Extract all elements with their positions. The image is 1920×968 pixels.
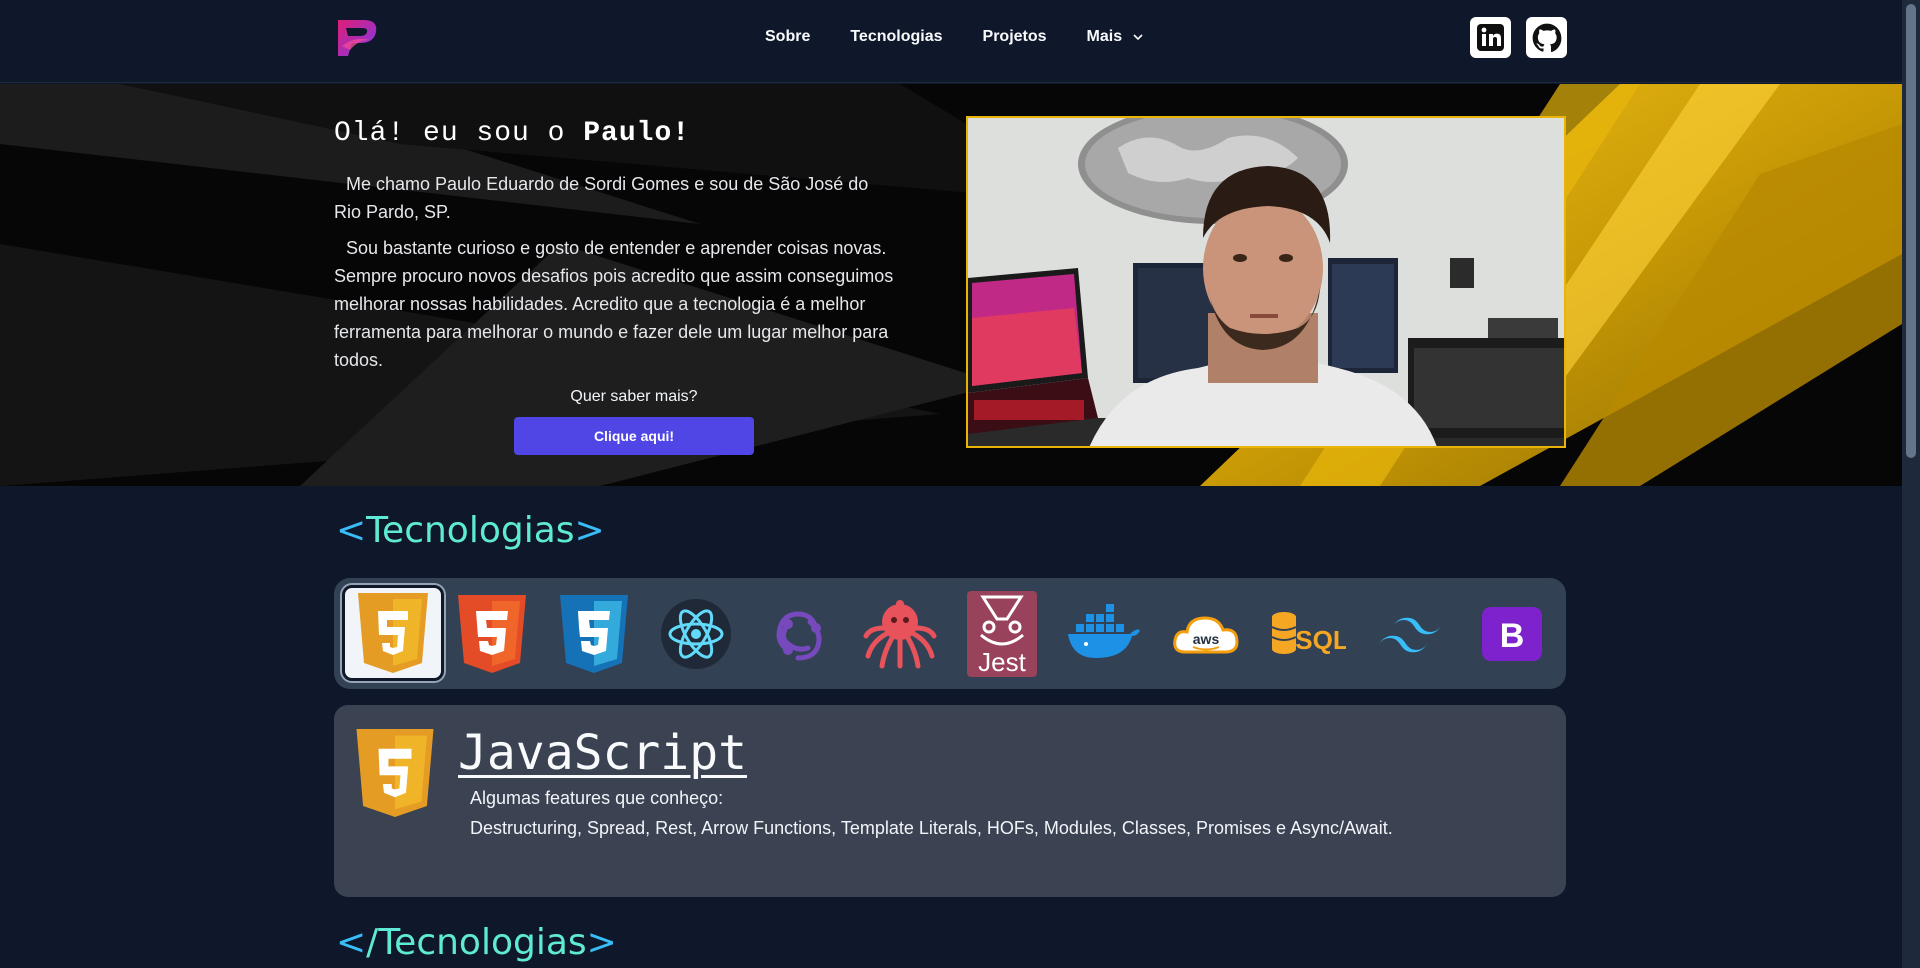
logo-icon[interactable] — [334, 16, 380, 60]
tech-detail-subtitle: Algumas features que conheço: — [470, 788, 724, 808]
tech-git[interactable] — [854, 590, 946, 678]
sql-label: SQL — [1295, 625, 1346, 655]
linkedin-icon — [1477, 24, 1504, 51]
tech-aws[interactable]: aws — [1160, 590, 1252, 678]
hero-background — [0, 84, 1902, 486]
chevron-down-icon — [1133, 34, 1143, 41]
aws-icon: aws — [1173, 616, 1239, 654]
tech-icon-strip: Jest aws SQL B — [334, 578, 1566, 689]
aws-label: aws — [1193, 631, 1220, 647]
title-text: /Tecnologias — [366, 922, 587, 963]
tech-jest[interactable]: Jest — [956, 590, 1048, 678]
tech-html5[interactable] — [446, 590, 538, 678]
bracket: > — [586, 922, 617, 963]
redux-icon — [776, 611, 822, 661]
nav-link-projetos[interactable]: Projetos — [983, 28, 1047, 46]
title-text: Tecnologias — [366, 510, 575, 551]
tech-javascript[interactable] — [342, 585, 444, 681]
bracket: > — [574, 510, 605, 551]
nav-dropdown-mais[interactable]: Mais — [1087, 28, 1145, 46]
sql-icon: SQL — [1271, 612, 1346, 655]
bootstrap-icon: B — [1482, 607, 1542, 661]
hero-bio: Me chamo Paulo Eduardo de Sordi Gomes e … — [334, 170, 894, 382]
bio-paragraph: Me chamo Paulo Eduardo de Sordi Gomes e … — [334, 174, 869, 222]
nav-link-label: Mais — [1086, 28, 1123, 45]
bootstrap-label: B — [1500, 617, 1525, 655]
bio-paragraph: Sou bastante curioso e gosto de entender… — [334, 238, 894, 370]
tech-detail-description: Destructuring, Spread, Rest, Arrow Funct… — [470, 818, 1393, 838]
greeting-prefix: Olá! eu sou o — [334, 118, 584, 149]
tech-react[interactable] — [650, 590, 742, 678]
javascript-icon — [356, 729, 434, 817]
bracket: < — [336, 510, 367, 551]
nav-link-tecnologias[interactable]: Tecnologias — [850, 28, 942, 46]
more-button[interactable]: Clique aqui! — [514, 417, 754, 455]
nav-links: Sobre Tecnologias Projetos Mais — [765, 28, 1184, 46]
git-icon — [863, 600, 937, 669]
tech-bootstrap[interactable]: B — [1466, 590, 1558, 678]
react-icon — [661, 599, 731, 669]
bracket: < — [336, 922, 367, 963]
tech-redux[interactable] — [752, 590, 844, 678]
tech-sql[interactable]: SQL — [1262, 590, 1354, 678]
html5-icon — [458, 595, 526, 673]
tech-css3[interactable] — [548, 590, 640, 678]
nav-link-label: Projetos — [982, 28, 1047, 45]
tech-section-title: <Tecnologias> — [336, 510, 605, 551]
docker-icon — [1068, 604, 1140, 658]
tech-docker[interactable] — [1058, 590, 1150, 678]
navbar: Sobre Tecnologias Projetos Mais — [0, 0, 1902, 83]
tech-tailwind[interactable] — [1364, 590, 1456, 678]
hero-section: Olá! eu sou o Paulo! Me chamo Paulo Edua… — [0, 84, 1902, 486]
github-icon — [1532, 23, 1561, 52]
javascript-icon — [358, 593, 428, 673]
scrollbar-thumb[interactable] — [1906, 4, 1916, 458]
more-label: Quer saber mais? — [570, 388, 698, 405]
tailwind-icon — [1378, 617, 1442, 653]
tech-section-close-title: </Tecnologias> — [336, 922, 617, 963]
hero-greeting: Olá! eu sou o Paulo! — [334, 118, 690, 149]
nav-link-label: Sobre — [765, 28, 811, 45]
tech-detail-title: JavaScript — [458, 725, 747, 781]
nav-link-sobre[interactable]: Sobre — [765, 28, 810, 46]
css3-icon — [560, 595, 628, 673]
nav-link-label: Tecnologias — [850, 28, 943, 45]
jest-icon: Jest — [967, 591, 1037, 677]
linkedin-button[interactable] — [1470, 17, 1511, 58]
tech-detail-card: JavaScript Algumas features que conheço:… — [334, 705, 1566, 897]
github-button[interactable] — [1526, 17, 1567, 58]
profile-photo — [966, 116, 1566, 448]
greeting-name: Paulo! — [583, 118, 691, 149]
page-scrollbar[interactable] — [1902, 0, 1920, 968]
jest-label: Jest — [978, 647, 1026, 677]
